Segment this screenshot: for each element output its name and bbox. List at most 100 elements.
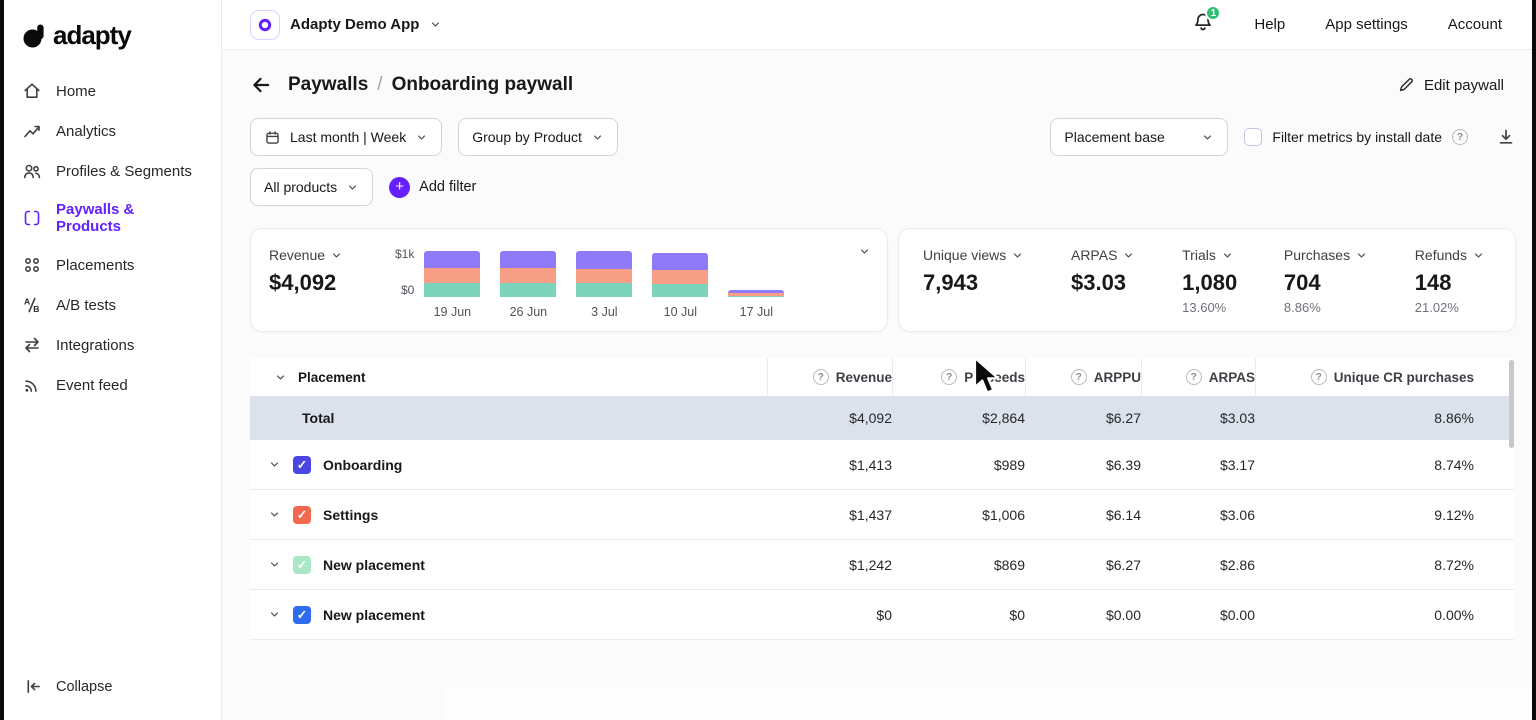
table-row: ✓ Onboarding $1,413 $989 $6.39 $3.17 8.7… [250,440,1514,490]
metric-value: 1,080 [1182,270,1237,296]
row-checkbox[interactable]: ✓ [293,606,311,624]
sidebar-collapse-button[interactable]: Collapse [0,659,221,720]
metric-selector[interactable]: Unique views [923,247,1024,263]
vertical-scrollbar[interactable] [1509,360,1514,448]
analytics-icon [22,121,42,141]
row-expand-button[interactable] [268,608,281,621]
export-button[interactable] [1496,127,1516,147]
chart-bar [424,251,480,297]
chevron-down-icon [268,458,281,471]
row-expand-button[interactable] [268,508,281,521]
page-head: Paywalls / Onboarding paywall Edit paywa… [250,64,1516,106]
placement-base-select[interactable]: Placement base [1050,118,1228,156]
chart-bar [500,251,556,297]
sidebar-item-profiles-segments[interactable]: Profiles & Segments [0,151,221,191]
question-icon[interactable]: ? [813,369,829,385]
question-icon[interactable]: ? [1186,369,1202,385]
row-checkbox[interactable]: ✓ [293,506,311,524]
metric-selector[interactable]: Refunds [1415,247,1485,263]
app-settings-link[interactable]: App settings [1325,16,1408,33]
chart-bar-segment-segment-purple [652,253,708,270]
cell-arpas: $0.00 [1141,607,1255,623]
cell-proceeds: $0 [892,607,1025,623]
chevron-down-icon [346,181,359,194]
app-selector[interactable]: Adapty Demo App [250,10,442,40]
question-icon[interactable]: ? [1311,369,1327,385]
sidebar-item-placements[interactable]: Placements [0,245,221,285]
question-icon[interactable]: ? [1071,369,1087,385]
row-expand-button[interactable] [268,458,281,471]
metric-selector[interactable]: Trials [1182,247,1237,263]
sidebar-item-integrations[interactable]: Integrations [0,325,221,365]
total-proceeds: $2,864 [892,410,1025,426]
sidebar-item-home[interactable]: Home [0,71,221,111]
chart-bar-segment-segment-teal [424,283,480,297]
revenue-chart: $1k $0 19 Jun26 Jun3 Jul10 Jul17 Jul [395,243,871,319]
collapse-label: Collapse [56,679,112,695]
column-label: ARPPU [1094,370,1141,385]
chart-x-label: 10 Jul [652,305,708,319]
cell-unique-cr: 8.74% [1255,457,1474,473]
adapty-dashboard: adapty Home Analytics Profiles & Segment… [0,0,1536,720]
sidebar-item-label: Profiles & Segments [56,163,192,180]
column-header-arppu[interactable]: ? ARPPU [1025,358,1141,396]
sidebar-item-label: Home [56,83,96,100]
row-checkbox[interactable]: ✓ [293,556,311,574]
table-row: ✓ New placement $1,242 $869 $6.27 $2.86 … [250,540,1514,590]
metric-selector[interactable]: ARPAS [1071,247,1135,263]
account-link[interactable]: Account [1448,16,1502,33]
question-icon[interactable]: ? [1452,129,1468,145]
column-header-revenue[interactable]: ? Revenue [767,358,892,396]
chart-plot-area: 19 Jun26 Jun3 Jul10 Jul17 Jul [424,245,871,319]
chart-bar [728,290,784,297]
sidebar-item-analytics[interactable]: Analytics [0,111,221,151]
column-header-placement[interactable]: Placement [250,358,767,396]
cell-unique-cr: 9.12% [1255,507,1474,523]
chart-bar-segment-segment-purple [500,251,556,269]
breadcrumb-paywalls[interactable]: Paywalls [288,74,368,96]
row-placement-cell: ✓ Settings [250,506,767,524]
sidebar-item-label: Paywalls & Products [56,201,199,235]
metric-arpas: ARPAS $3.03 [1071,243,1135,319]
edit-paywall-button[interactable]: Edit paywall [1397,76,1516,94]
products-filter-button[interactable]: All products [250,168,373,206]
sidebar: adapty Home Analytics Profiles & Segment… [0,0,222,720]
sidebar-item-event-feed[interactable]: Event feed [0,365,221,405]
group-by-button[interactable]: Group by Product [458,118,618,156]
placements-table: Placement ? Revenue ? Proceeds ? ARPPU [250,358,1514,640]
metric-selector[interactable]: Purchases [1284,247,1368,263]
back-button[interactable] [250,72,276,98]
plus-icon: + [389,177,410,198]
sidebar-item-label: Integrations [56,337,134,354]
revenue-metric-selector[interactable]: Revenue [269,247,395,263]
table-total-row: Total $4,092 $2,864 $6.27 $3.03 8.86% [250,396,1514,440]
notification-badge: 1 [1205,5,1221,21]
metric-purchases: Purchases 704 8.86% [1284,243,1368,319]
column-header-proceeds[interactable]: ? Proceeds [892,358,1025,396]
topbar: Adapty Demo App 1 Help App settings Acco… [222,0,1536,50]
install-date-checkbox[interactable] [1244,128,1262,146]
revenue-metric: Revenue $4,092 [269,243,395,319]
row-expand-button[interactable] [268,558,281,571]
table-header: Placement ? Revenue ? Proceeds ? ARPPU [250,358,1514,396]
help-link[interactable]: Help [1254,16,1285,33]
sidebar-item-paywalls-products[interactable]: Paywalls & Products [0,191,221,245]
sidebar-item-ab-tests[interactable]: AB A/B tests [0,285,221,325]
install-date-filter[interactable]: Filter metrics by install date ? [1244,128,1468,146]
date-range-button[interactable]: Last month | Week [250,118,442,156]
column-header-unique-cr[interactable]: ? Unique CR purchases [1255,358,1474,396]
y-tick-bottom: $0 [401,283,414,297]
calendar-icon [264,129,281,146]
expand-chart-button[interactable] [858,245,871,263]
metric-sub: 21.02% [1415,300,1485,315]
metric-value: 704 [1284,270,1368,296]
cell-arpas: $2.86 [1141,557,1255,573]
notifications-button[interactable]: 1 [1192,11,1214,38]
question-icon[interactable]: ? [941,369,957,385]
add-filter-button[interactable]: + Add filter [389,177,476,198]
row-checkbox[interactable]: ✓ [293,456,311,474]
column-header-arpas[interactable]: ? ARPAS [1141,358,1255,396]
column-label: Revenue [836,370,892,385]
cell-revenue: $0 [767,607,892,623]
paywalls-icon [22,208,42,228]
